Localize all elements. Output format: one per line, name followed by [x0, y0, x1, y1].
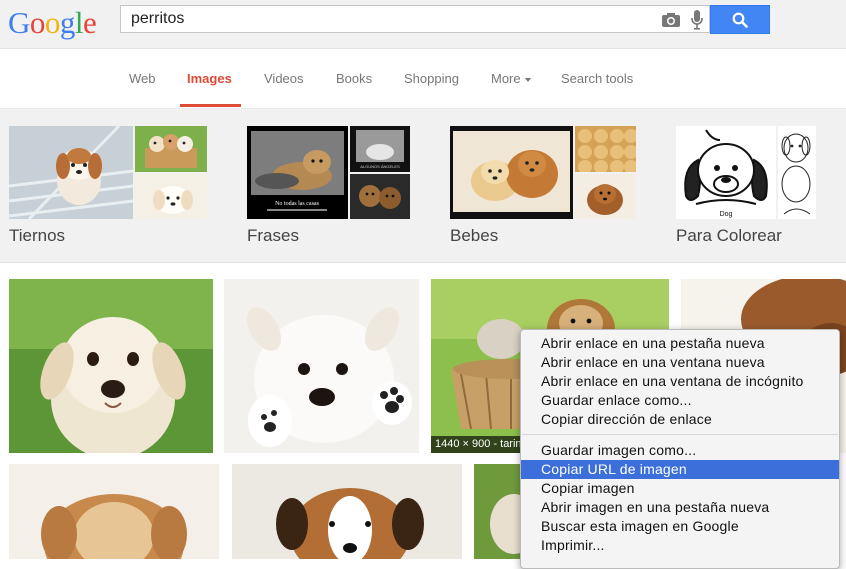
menu-item-search-image-google[interactable]: Buscar esta imagen en Google	[521, 517, 839, 536]
magnifier-icon	[732, 12, 748, 28]
menu-item-open-image-new-tab[interactable]: Abrir imagen en una pestaña nueva	[521, 498, 839, 517]
context-menu: Abrir enlace en una pestaña nueva Abrir …	[520, 329, 840, 569]
related-thumb-small	[575, 126, 636, 172]
image-result[interactable]	[474, 464, 522, 559]
related-thumb-main	[450, 126, 573, 219]
menu-item-print[interactable]: Imprimir...	[521, 536, 839, 555]
menu-item-open-link-new-tab[interactable]: Abrir enlace en una pestaña nueva	[521, 334, 839, 353]
related-label: Bebes	[450, 226, 499, 245]
related-thumb-small	[575, 174, 636, 219]
related-thumb-small	[350, 174, 410, 219]
chevron-down-icon	[524, 77, 531, 82]
related-thumb-main: Dog	[676, 126, 776, 219]
logo-letter: e	[83, 5, 97, 40]
menu-item-save-link-as[interactable]: Guardar enlace como...	[521, 391, 839, 410]
search-box	[120, 5, 710, 33]
related-item-tiernos[interactable]: Tiernos	[9, 126, 209, 246]
logo-letter: o	[29, 5, 46, 40]
related-label: Para Colorear	[676, 226, 782, 245]
logo-letter: G	[8, 5, 30, 40]
menu-item-copy-image[interactable]: Copiar imagen	[521, 479, 839, 498]
search-input[interactable]	[131, 10, 651, 28]
search-button[interactable]	[710, 5, 770, 34]
search-nav: Web Images Videos Books Shopping More Se…	[0, 49, 846, 109]
google-logo[interactable]: Google	[8, 5, 97, 41]
mic-icon[interactable]	[691, 10, 703, 30]
menu-item-save-image-as[interactable]: Guardar imagen como...	[521, 441, 839, 460]
image-result[interactable]	[232, 464, 462, 559]
related-searches: Tiernos No todas las casas ALGUNOS ÁNGEL…	[0, 109, 846, 263]
related-item-bebes[interactable]: Bebes	[450, 126, 640, 246]
menu-item-copy-image-url[interactable]: Copiar URL de imagen	[521, 460, 839, 479]
related-thumb-small	[135, 174, 207, 219]
image-result[interactable]	[224, 279, 419, 453]
tab-more[interactable]: More	[491, 71, 531, 86]
related-label: Tiernos	[9, 226, 66, 245]
logo-letter: l	[74, 5, 84, 40]
related-label: Frases	[247, 226, 299, 245]
tab-images[interactable]: Images	[187, 71, 232, 86]
bebes-caption: Dog	[720, 211, 733, 218]
top-bar: Google	[0, 0, 846, 49]
related-item-para-colorear[interactable]: Dog Para Colorear	[676, 126, 836, 246]
active-tab-indicator	[180, 104, 241, 107]
frases-small-caption: ALGUNOS ÁNGELES	[360, 164, 400, 169]
menu-item-open-link-new-window[interactable]: Abrir enlace en una ventana nueva	[521, 353, 839, 372]
related-item-frases[interactable]: No todas las casas ALGUNOS ÁNGELES Frase…	[247, 126, 412, 246]
menu-separator	[522, 434, 838, 435]
tab-web[interactable]: Web	[129, 71, 156, 86]
logo-letter: g	[59, 5, 76, 40]
related-thumb-small: ALGUNOS ÁNGELES	[350, 126, 410, 172]
frases-caption: No todas las casas	[275, 201, 319, 207]
menu-item-copy-link-address[interactable]: Copiar dirección de enlace	[521, 410, 839, 429]
menu-item-open-link-incognito[interactable]: Abrir enlace en una ventana de incógnito	[521, 372, 839, 391]
tab-videos[interactable]: Videos	[264, 71, 304, 86]
camera-icon[interactable]	[661, 12, 681, 28]
image-result[interactable]	[9, 279, 213, 453]
tab-search-tools[interactable]: Search tools	[561, 71, 633, 86]
logo-letter: o	[44, 5, 61, 40]
tab-books[interactable]: Books	[336, 71, 372, 86]
tab-more-label: More	[491, 71, 521, 86]
related-thumb-small	[778, 126, 816, 219]
related-thumb-main	[9, 126, 133, 219]
related-thumb-small	[135, 126, 207, 172]
tab-shopping[interactable]: Shopping	[404, 71, 459, 86]
image-result[interactable]	[9, 464, 219, 559]
related-thumb-main: No todas las casas	[247, 126, 348, 219]
